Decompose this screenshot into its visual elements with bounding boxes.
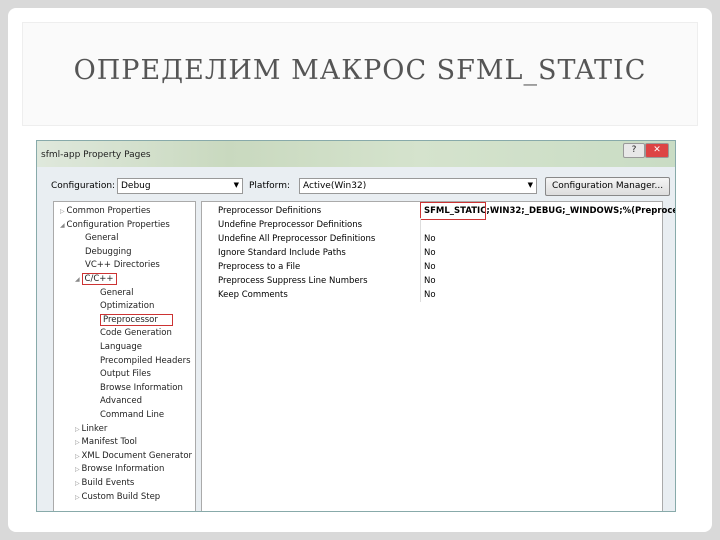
tree-item[interactable]: ▷ Browse Information: [75, 464, 164, 474]
tree-item-label: Preprocessor: [100, 313, 173, 326]
tree-item-label: Code Generation: [100, 328, 172, 339]
property-tree[interactable]: ▷ Common Properties ◢ Configuration Prope…: [53, 201, 196, 511]
tree-item[interactable]: Optimization: [90, 301, 154, 311]
platform-value: Active(Win32): [303, 181, 367, 191]
tree-item-label: Manifest Tool: [81, 437, 138, 448]
property-name: Keep Comments: [218, 290, 288, 300]
property-row[interactable]: Undefine All Preprocessor Definitions No: [202, 232, 662, 246]
tree-item[interactable]: ▷ XML Document Generator: [75, 451, 192, 461]
property-row[interactable]: Preprocessor Definitions SFML_STATIC;WIN3…: [202, 202, 675, 220]
column-divider: [420, 218, 421, 232]
tree-item-label: Build Events: [81, 478, 135, 488]
configuration-value: Debug: [121, 181, 151, 191]
tree-item-label: Browse Information: [100, 382, 183, 393]
column-divider: [420, 288, 421, 302]
dialog-title: sfml-app Property Pages: [41, 150, 151, 160]
configuration-select[interactable]: Debug ▼: [117, 178, 243, 194]
property-value: No: [424, 290, 436, 300]
tree-item[interactable]: General: [75, 233, 119, 243]
tree-item[interactable]: VC++ Directories: [75, 260, 160, 270]
tree-item-label: Debugging: [85, 246, 132, 257]
property-row[interactable]: Undefine Preprocessor Definitions: [202, 218, 662, 232]
tree-item-label: Advanced: [100, 396, 142, 407]
help-button[interactable]: ?: [623, 143, 645, 158]
tree-item-label: VC++ Directories: [85, 260, 160, 271]
platform-select[interactable]: Active(Win32) ▼: [299, 178, 537, 194]
column-divider: [420, 232, 421, 246]
tree-item-label: Common Properties: [66, 206, 151, 216]
property-row[interactable]: Preprocess to a File No: [202, 260, 662, 274]
tree-item-label: Output Files: [100, 369, 151, 380]
tree-item-label: Custom Build Step: [81, 491, 161, 502]
property-pages-dialog: sfml-app Property Pages ? ✕ Configuratio…: [36, 140, 676, 512]
tree-item[interactable]: ▷ Custom Build Step: [75, 492, 160, 502]
tree-item-label: Configuration Properties: [66, 219, 170, 230]
configuration-label: Configuration:: [51, 181, 116, 191]
tree-item[interactable]: ▷ Build Events: [75, 478, 134, 488]
title-band: ОПРЕДЕЛИМ МАКРОС SFML_STATIC: [22, 22, 698, 126]
property-name: Preprocess Suppress Line Numbers: [218, 276, 368, 286]
tree-item-label: C/C++: [81, 273, 117, 285]
property-value: No: [424, 234, 436, 244]
column-divider: [420, 260, 421, 274]
tree-item[interactable]: Output Files: [90, 369, 151, 379]
chevron-down-icon: ▼: [233, 181, 239, 189]
chevron-down-icon: ▼: [527, 181, 533, 189]
tree-item[interactable]: Precompiled Headers: [90, 356, 191, 366]
tree-item-label: Precompiled Headers: [100, 355, 191, 366]
tree-item[interactable]: ◢ C/C++: [75, 273, 117, 285]
tree-item-label: Browse Information: [81, 464, 165, 475]
tree-item[interactable]: Advanced: [90, 396, 142, 406]
tree-item[interactable]: ▷ Manifest Tool: [75, 437, 137, 447]
tree-item[interactable]: Preprocessor: [90, 313, 173, 326]
tree-item-label: Optimization: [100, 301, 155, 312]
tree-item[interactable]: Command Line: [90, 410, 164, 420]
close-button[interactable]: ✕: [645, 143, 669, 158]
property-name: Undefine All Preprocessor Definitions: [218, 234, 376, 244]
tree-item-label: XML Document Generator: [81, 450, 193, 461]
property-value: No: [424, 276, 436, 286]
tree-item[interactable]: Language: [90, 342, 142, 352]
platform-label: Platform:: [249, 181, 290, 191]
property-name: Preprocessor Definitions: [218, 206, 322, 216]
tree-item[interactable]: Debugging: [75, 247, 132, 257]
property-row[interactable]: Preprocess Suppress Line Numbers No: [202, 274, 662, 288]
tree-item-label: General: [100, 287, 134, 298]
tree-item-label: Linker: [81, 423, 108, 434]
tree-item[interactable]: ◢ Configuration Properties: [60, 220, 170, 230]
column-divider: [420, 246, 421, 260]
tree-item[interactable]: ▷ Linker: [75, 424, 107, 434]
tree-item[interactable]: General: [90, 288, 134, 298]
property-value: No: [424, 262, 436, 272]
property-value: No: [424, 248, 436, 258]
property-row[interactable]: Keep Comments No: [202, 288, 662, 302]
tree-item[interactable]: ▷ Common Properties: [60, 206, 150, 216]
tree-item-label: General: [85, 233, 119, 244]
tree-item-label: Command Line: [100, 410, 165, 420]
property-name: Ignore Standard Include Paths: [218, 248, 346, 258]
property-name: Undefine Preprocessor Definitions: [218, 220, 363, 230]
collapse-icon[interactable]: ◢: [75, 276, 82, 283]
tree-item-label: Language: [100, 342, 142, 352]
property-name: Preprocess to a File: [218, 262, 301, 272]
column-divider: [420, 274, 421, 288]
dialog-title-bar: sfml-app Property Pages ? ✕: [37, 141, 675, 167]
property-row[interactable]: Ignore Standard Include Paths No: [202, 246, 662, 260]
tree-item[interactable]: Browse Information: [90, 383, 183, 393]
property-grid[interactable]: Preprocessor Definitions SFML_STATIC;WIN3…: [201, 201, 675, 511]
slide-title: ОПРЕДЕЛИМ МАКРОС SFML_STATIC: [73, 55, 647, 86]
tree-item[interactable]: Code Generation: [90, 328, 172, 338]
configuration-manager-button[interactable]: Configuration Manager...: [545, 177, 671, 196]
